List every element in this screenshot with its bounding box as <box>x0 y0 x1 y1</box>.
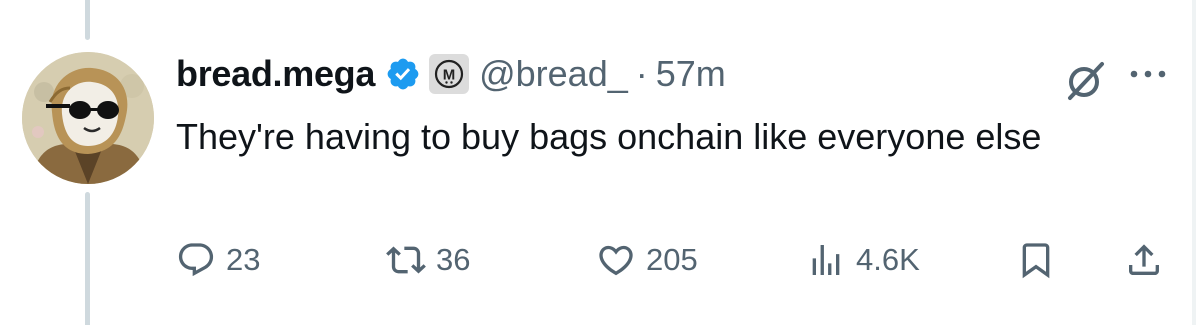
avatar-image <box>22 52 154 184</box>
like-button[interactable]: 205 <box>596 236 698 284</box>
like-count: 205 <box>646 242 698 277</box>
reply-button[interactable]: 23 <box>176 236 260 284</box>
post-header: bread.mega M @bread_ · 57m <box>176 50 726 98</box>
avatar[interactable] <box>22 52 154 184</box>
bookmark-button[interactable] <box>1016 236 1056 284</box>
grok-icon[interactable] <box>1062 58 1108 104</box>
affiliate-badge-icon: M <box>434 59 464 89</box>
repost-count: 36 <box>436 242 471 277</box>
views-button[interactable]: 4.6K <box>806 236 920 284</box>
reply-count: 23 <box>226 242 261 277</box>
thread-line-top <box>85 0 90 40</box>
post-text: They're having to buy bags onchain like … <box>176 116 1042 157</box>
share-button[interactable] <box>1124 236 1164 284</box>
views-count: 4.6K <box>856 242 920 277</box>
verified-badge-icon[interactable] <box>385 56 421 92</box>
reply-icon <box>178 243 214 277</box>
repost-button[interactable]: 36 <box>386 236 470 284</box>
display-name[interactable]: bread.mega <box>176 53 375 95</box>
timestamp[interactable]: 57m <box>656 53 726 95</box>
separator-dot: · <box>635 53 648 94</box>
action-bar: 23 36 205 4.6K <box>0 236 1200 284</box>
bookmark-icon <box>1022 243 1050 279</box>
handle[interactable]: @bread_ <box>479 53 628 95</box>
share-icon <box>1129 244 1159 275</box>
repost-icon <box>386 246 426 274</box>
affiliate-badge[interactable]: M <box>429 54 470 94</box>
views-icon <box>812 245 840 275</box>
more-icon[interactable] <box>1126 64 1170 84</box>
like-icon <box>599 245 633 276</box>
affiliate-badge-letter: M <box>443 67 456 84</box>
